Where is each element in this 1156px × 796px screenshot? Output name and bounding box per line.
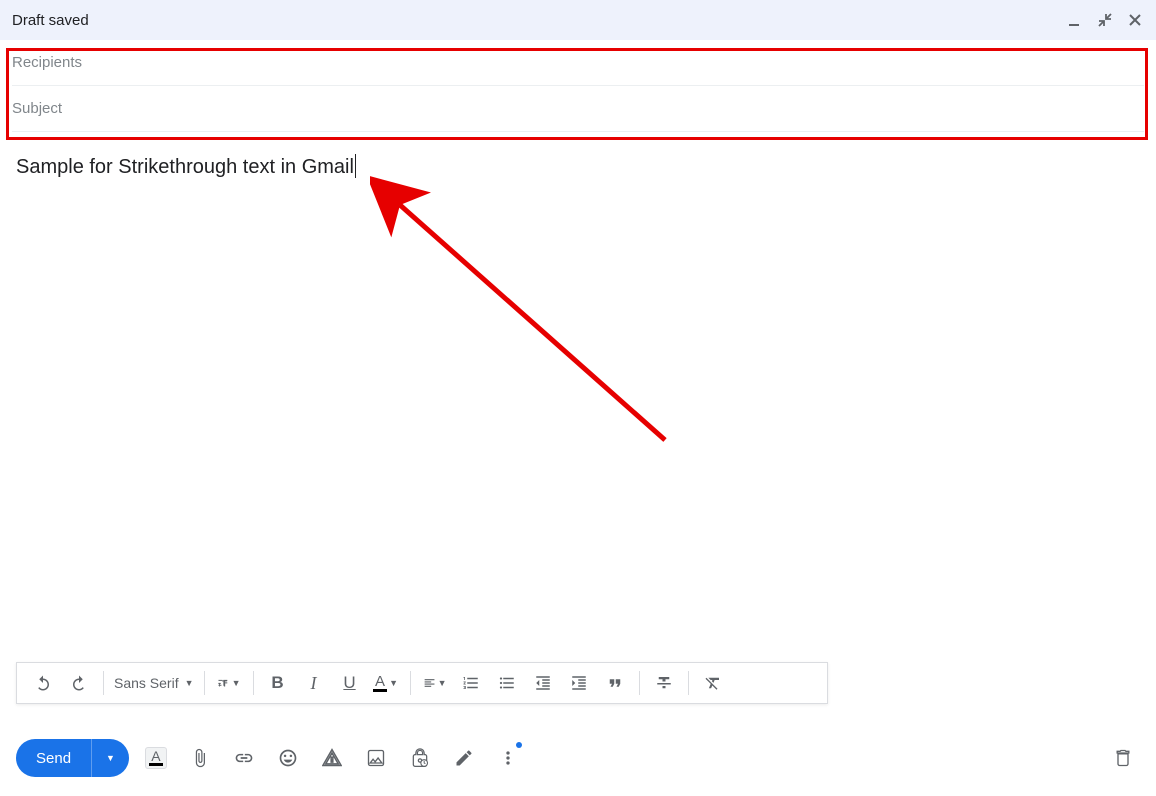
remove-format-icon[interactable] [701, 671, 725, 695]
compose-header: Draft saved [0, 0, 1156, 40]
align-icon[interactable]: ▼ [423, 671, 447, 695]
toolbar-separator [103, 671, 104, 695]
link-icon[interactable] [233, 747, 255, 769]
formatting-options-icon[interactable]: A [145, 747, 167, 769]
collapse-icon[interactable] [1096, 11, 1114, 29]
toolbar-separator [253, 671, 254, 695]
close-icon[interactable] [1126, 11, 1144, 29]
italic-icon[interactable]: I [302, 671, 326, 695]
more-options-icon[interactable] [497, 747, 519, 769]
send-label: Send [16, 750, 91, 767]
attach-icon[interactable] [189, 747, 211, 769]
discard-icon[interactable] [1112, 747, 1134, 769]
header-fields [0, 40, 1156, 132]
svg-text:т: т [218, 682, 221, 688]
notification-dot [516, 742, 522, 748]
subject-input[interactable] [12, 100, 1144, 117]
confidential-icon[interactable] [409, 747, 431, 769]
toolbar-separator [410, 671, 411, 695]
bullet-list-icon[interactable] [495, 671, 519, 695]
caret-down-icon: ▼ [438, 678, 447, 688]
strikethrough-icon[interactable] [652, 671, 676, 695]
caret-down-icon: ▼ [232, 678, 241, 688]
text-color-icon[interactable]: A ▼ [374, 671, 398, 695]
formatting-toolbar: Sans Serif ▼ тT ▼ B I U A ▼ ▼ [16, 662, 828, 704]
quote-icon[interactable] [603, 671, 627, 695]
emoji-icon[interactable] [277, 747, 299, 769]
caret-down-icon: ▼ [389, 678, 398, 688]
bottom-left-actions: Send ▼ A [16, 739, 525, 777]
undo-icon[interactable] [31, 671, 55, 695]
font-selector[interactable]: Sans Serif ▼ [110, 675, 198, 691]
recipients-row[interactable] [12, 40, 1144, 86]
send-button[interactable]: Send ▼ [16, 739, 129, 777]
recipients-input[interactable] [12, 54, 1144, 71]
svg-text:T: T [221, 678, 227, 688]
bottom-action-bar: Send ▼ A [16, 734, 1140, 782]
header-title: Draft saved [12, 12, 89, 29]
send-options-caret[interactable]: ▼ [91, 739, 129, 777]
font-name-label: Sans Serif [114, 675, 179, 691]
insert-photo-icon[interactable] [365, 747, 387, 769]
body-text: Sample for Strikethrough text in Gmail [16, 156, 354, 179]
drive-icon[interactable] [321, 747, 343, 769]
message-body[interactable]: Sample for Strikethrough text in Gmail [0, 132, 1156, 662]
indent-more-icon[interactable] [567, 671, 591, 695]
numbered-list-icon[interactable] [459, 671, 483, 695]
toolbar-separator [204, 671, 205, 695]
minimize-icon[interactable] [1066, 11, 1084, 29]
bold-icon[interactable]: B [266, 671, 290, 695]
toolbar-separator [639, 671, 640, 695]
caret-down-icon: ▼ [185, 678, 194, 688]
signature-icon[interactable] [453, 747, 475, 769]
subject-row[interactable] [12, 86, 1144, 132]
toolbar-separator [688, 671, 689, 695]
text-cursor [355, 154, 356, 178]
underline-icon[interactable]: U [338, 671, 362, 695]
header-controls [1066, 11, 1144, 29]
font-size-icon[interactable]: тT ▼ [217, 671, 241, 695]
redo-icon[interactable] [67, 671, 91, 695]
indent-less-icon[interactable] [531, 671, 555, 695]
